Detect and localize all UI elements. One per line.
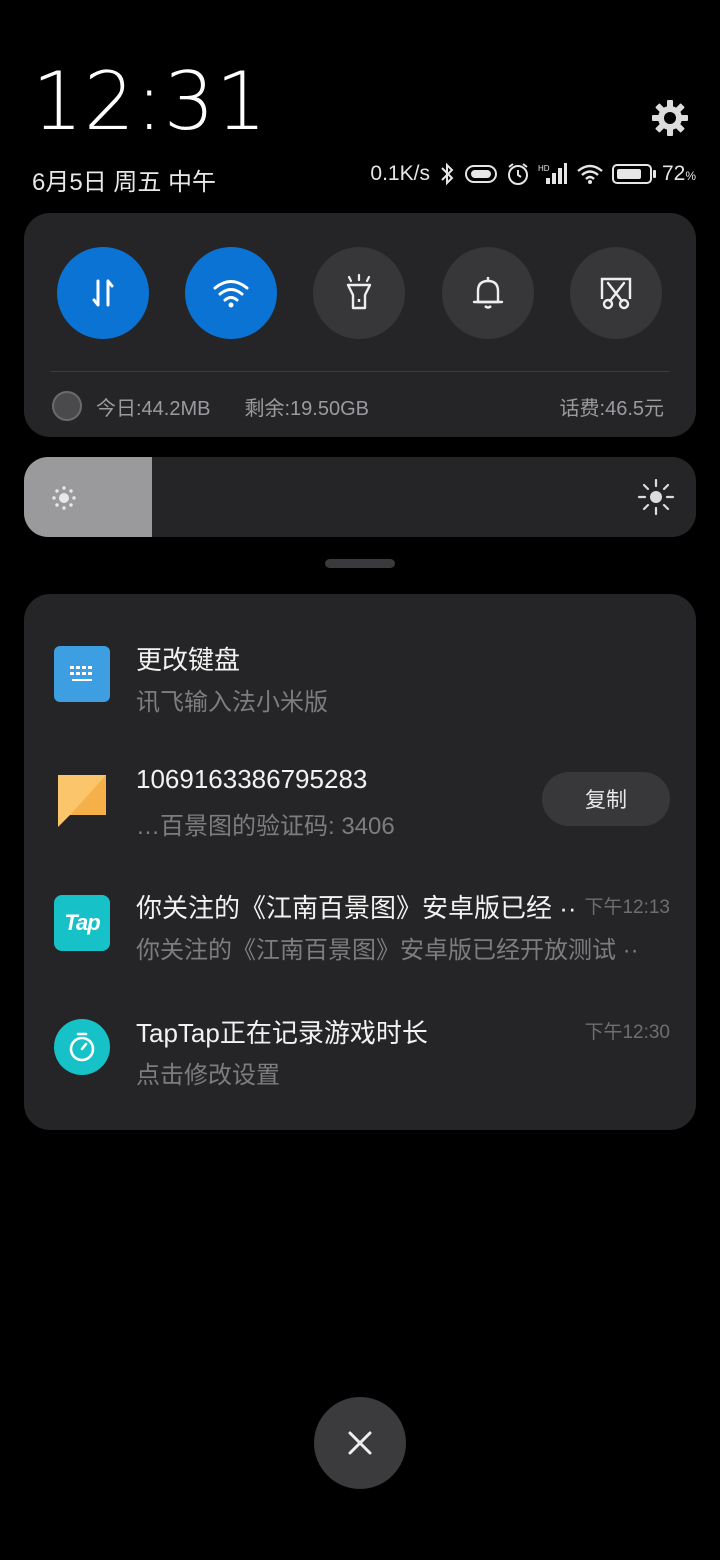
- clear-all-button[interactable]: [314, 1397, 406, 1489]
- vibrate-icon: [464, 163, 498, 185]
- notification-taptap-timer[interactable]: TapTap正在记录游戏时长 点击修改设置 下午12:30: [24, 999, 696, 1099]
- brightness-slider[interactable]: [24, 457, 696, 537]
- wifi-toggle[interactable]: [185, 247, 277, 339]
- notification-title: TapTap正在记录游戏时长: [136, 1018, 428, 1048]
- svg-text:HD: HD: [538, 164, 550, 173]
- notification-panel: 更改键盘 讯飞输入法小米版 1069163386795283 …百景图的验证码:…: [24, 594, 696, 1130]
- data-usage-ring-icon: [52, 391, 82, 421]
- notification-title: 你关注的《江南百景图》安卓版已经 ··: [136, 893, 577, 923]
- flashlight-icon: [346, 273, 372, 310]
- data-usage-row[interactable]: 今日:44.2MB 剩余:19.50GB 话费:46.5元: [52, 389, 664, 423]
- notification-time: 下午12:13: [584, 897, 670, 918]
- message-icon: [54, 772, 110, 828]
- timer-icon: [54, 1019, 110, 1075]
- flashlight-toggle[interactable]: [313, 247, 405, 339]
- bluetooth-icon: [438, 162, 456, 186]
- brightness-fill: [24, 457, 152, 537]
- notification-subtitle: 讯飞输入法小米版: [136, 689, 328, 716]
- notification-keyboard[interactable]: 更改键盘 讯飞输入法小米版: [24, 594, 696, 724]
- scissors-icon: [600, 277, 632, 310]
- notification-time: 下午12:30: [584, 1022, 670, 1043]
- copy-button[interactable]: 复制: [542, 772, 670, 826]
- notification-sms[interactable]: 1069163386795283 …百景图的验证码: 3406 复制: [24, 744, 696, 854]
- alarm-icon: [506, 162, 530, 186]
- screenshot-toggle[interactable]: [570, 247, 662, 339]
- close-icon: [348, 1431, 372, 1455]
- notification-taptap-game[interactable]: Tap 你关注的《江南百景图》安卓版已经 ·· 你关注的《江南百景图》安卓版已经…: [24, 874, 696, 974]
- battery-percent: 72%: [661, 162, 696, 185]
- clock[interactable]: 12:31: [32, 62, 268, 142]
- status-bar: 0.1K/s HD 72%: [370, 162, 696, 186]
- cell-signal-icon: HD: [538, 162, 568, 186]
- wifi-icon: [213, 280, 249, 308]
- phone-balance: 话费:46.5元: [559, 397, 664, 420]
- drag-handle[interactable]: [325, 559, 395, 568]
- brightness-high-icon: [636, 477, 676, 522]
- usage-today: 今日:44.2MB: [96, 397, 211, 420]
- divider: [50, 371, 670, 372]
- network-speed: 0.1K/s: [370, 162, 430, 185]
- brightness-low-icon: [50, 485, 78, 516]
- taptap-icon: Tap: [54, 895, 110, 951]
- date-label[interactable]: 6月5日 周五 中午: [32, 162, 216, 197]
- settings-gear-icon[interactable]: [650, 98, 690, 138]
- notification-subtitle: 你关注的《江南百景图》安卓版已经开放测试 ··: [136, 937, 639, 964]
- quick-settings-panel: 今日:44.2MB 剩余:19.50GB 话费:46.5元: [24, 213, 696, 437]
- mobile-data-toggle[interactable]: [57, 247, 149, 339]
- notification-title: 1069163386795283: [136, 764, 368, 794]
- data-arrows-icon: [92, 279, 114, 307]
- battery-icon: [611, 163, 658, 185]
- notification-subtitle: 点击修改设置: [136, 1062, 280, 1089]
- wifi-status-icon: [576, 163, 604, 185]
- sound-toggle[interactable]: [442, 247, 534, 339]
- usage-remaining: 剩余:19.50GB: [244, 397, 369, 420]
- bell-icon: [472, 277, 504, 309]
- notification-title: 更改键盘: [136, 645, 241, 675]
- keyboard-icon: [54, 646, 110, 702]
- notification-subtitle: …百景图的验证码: 3406: [136, 813, 395, 840]
